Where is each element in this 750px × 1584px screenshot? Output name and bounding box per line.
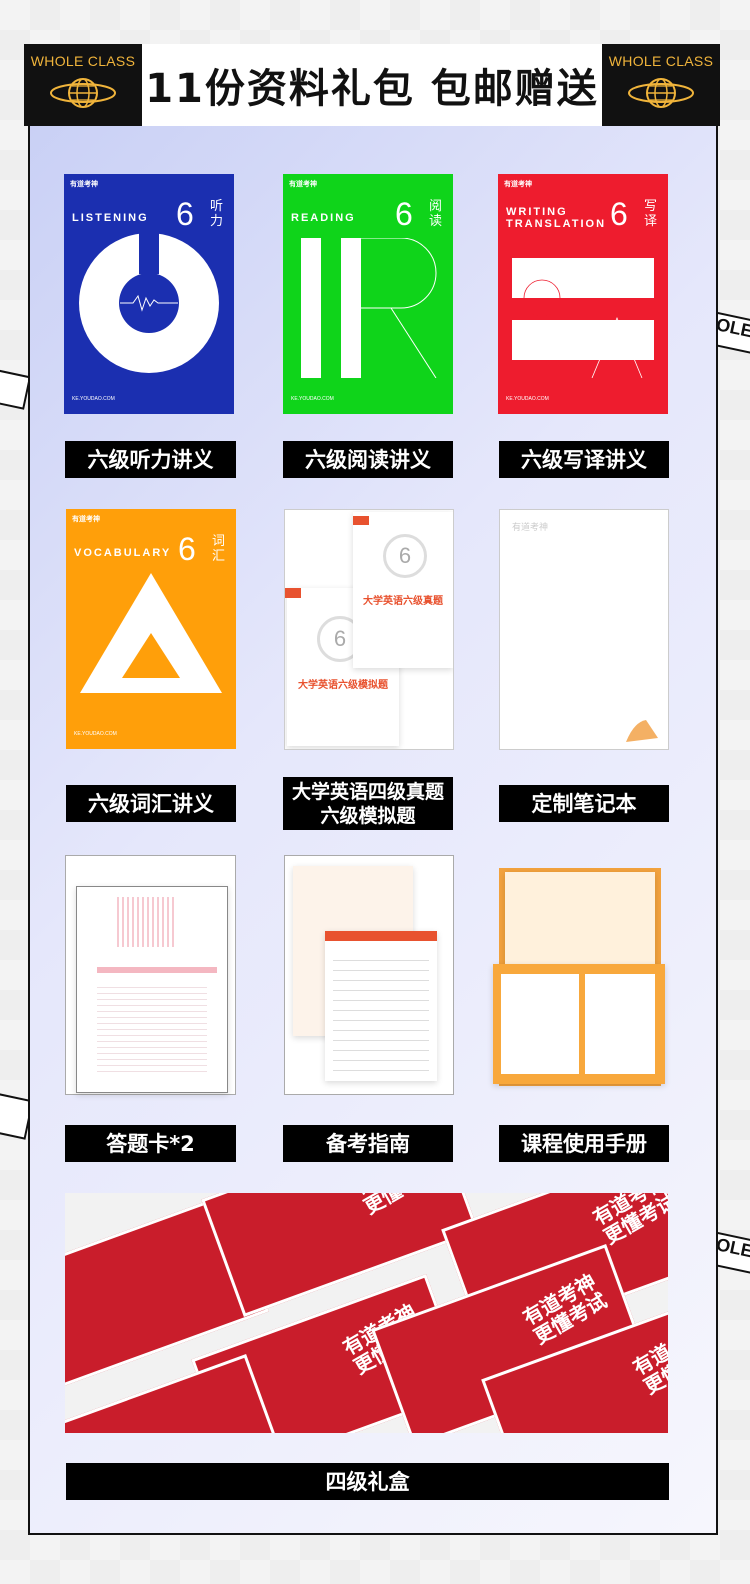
notebook-corner-graphic (626, 720, 658, 742)
label-guide: 备考指南 (283, 1125, 453, 1162)
notebook-brand: 有道考神 (512, 522, 549, 532)
label-manual: 课程使用手册 (499, 1125, 669, 1162)
label-exams: 大学英语四级真题 六级模拟题 (283, 777, 453, 830)
reading-ir-graphic (301, 238, 437, 378)
globe-icon (50, 78, 116, 108)
label-listening: 六级听力讲义 (65, 441, 236, 478)
label-vocabulary: 六级词汇讲义 (66, 785, 236, 822)
page-title: 11份资料礼包 包邮赠送 (145, 66, 599, 112)
cover-cn-title: 听力 (210, 198, 224, 228)
cover-en-title: WRITING TRANSLATION (506, 206, 607, 230)
cover-writing: 有道考神 WRITING TRANSLATION 6 写译 KE.YOUDAO.… (498, 174, 668, 414)
cover-cn-title: 阅读 (429, 198, 443, 228)
cover-footer: KE.YOUDAO.COM (506, 396, 549, 402)
cover-reading: 有道考神 READING 6 阅读 KE.YOUDAO.COM (283, 174, 453, 414)
book-real: 6 大学英语六级真题 (353, 512, 453, 668)
brand-right: WHOLE CLASS (602, 44, 720, 126)
header-banner: WHOLE CLASS 11份资料礼包 包邮赠送 WHOLE CLASS (24, 44, 720, 126)
cover-footer: KE.YOUDAO.COM (72, 396, 115, 402)
guide-image (284, 855, 454, 1095)
label-reading: 六级阅读讲义 (283, 441, 453, 478)
notebook-image: 有道考神 (499, 509, 669, 750)
cover-number: 6 (395, 196, 413, 232)
cover-cn-title: 写译 (644, 198, 658, 228)
manual-image (493, 868, 665, 1086)
cover-vocabulary: 有道考神 VOCABULARY 6 词汇 KE.YOUDAO.COM (66, 509, 236, 749)
brand-right-text: WHOLE CLASS (608, 53, 714, 69)
cover-logo: 有道考神 (504, 181, 532, 188)
vocabulary-triangle-graphic (80, 573, 222, 693)
label-writing: 六级写译讲义 (499, 441, 669, 478)
answer-card-image (65, 855, 236, 1095)
cover-footer: KE.YOUDAO.COM (74, 731, 117, 737)
manual-page-top (505, 872, 655, 964)
brand-left-text: WHOLE CLASS (30, 53, 136, 69)
label-answer-card: 答题卡*2 (65, 1125, 236, 1162)
brand-left: WHOLE CLASS (24, 44, 142, 126)
cover-en-title: READING (291, 212, 356, 224)
giftbox-card: 有道考神更懂考试 (201, 1193, 479, 1317)
cover-number: 6 (178, 531, 196, 567)
cover-number: 6 (610, 196, 628, 232)
label-notebook: 定制笔记本 (499, 785, 669, 822)
cover-en-title: VOCABULARY (74, 547, 172, 559)
manual-page-bottom (493, 964, 665, 1084)
cover-cn-title: 词汇 (212, 533, 226, 563)
cover-listening: 有道考神 LISTENING 6 听力 KE.YOUDAO.COM (64, 174, 234, 414)
giftbox-image: 有道考神更懂考试 有道考神更懂考试 有道考神更懂考试 有道考神更懂考试 有道考神… (65, 1193, 668, 1433)
cover-logo: 有道考神 (70, 181, 98, 188)
cover-logo: 有道考神 (289, 181, 317, 188)
answer-card-sheet (76, 886, 228, 1093)
guide-page-front (325, 931, 437, 1081)
writing-aa-graphic (512, 258, 654, 378)
globe-icon (628, 78, 694, 108)
cover-number: 6 (176, 196, 194, 232)
label-giftbox: 四级礼盒 (66, 1463, 669, 1500)
cover-footer: KE.YOUDAO.COM (291, 396, 334, 402)
header-title-box: 11份资料礼包 包邮赠送 (142, 44, 602, 126)
listening-ring-graphic (79, 232, 219, 373)
cover-en-title: LISTENING (72, 212, 149, 224)
cover-logo: 有道考神 (72, 516, 100, 523)
exam-books-image: 6 大学英语六级模拟题 6 大学英语六级真题 (284, 509, 454, 750)
